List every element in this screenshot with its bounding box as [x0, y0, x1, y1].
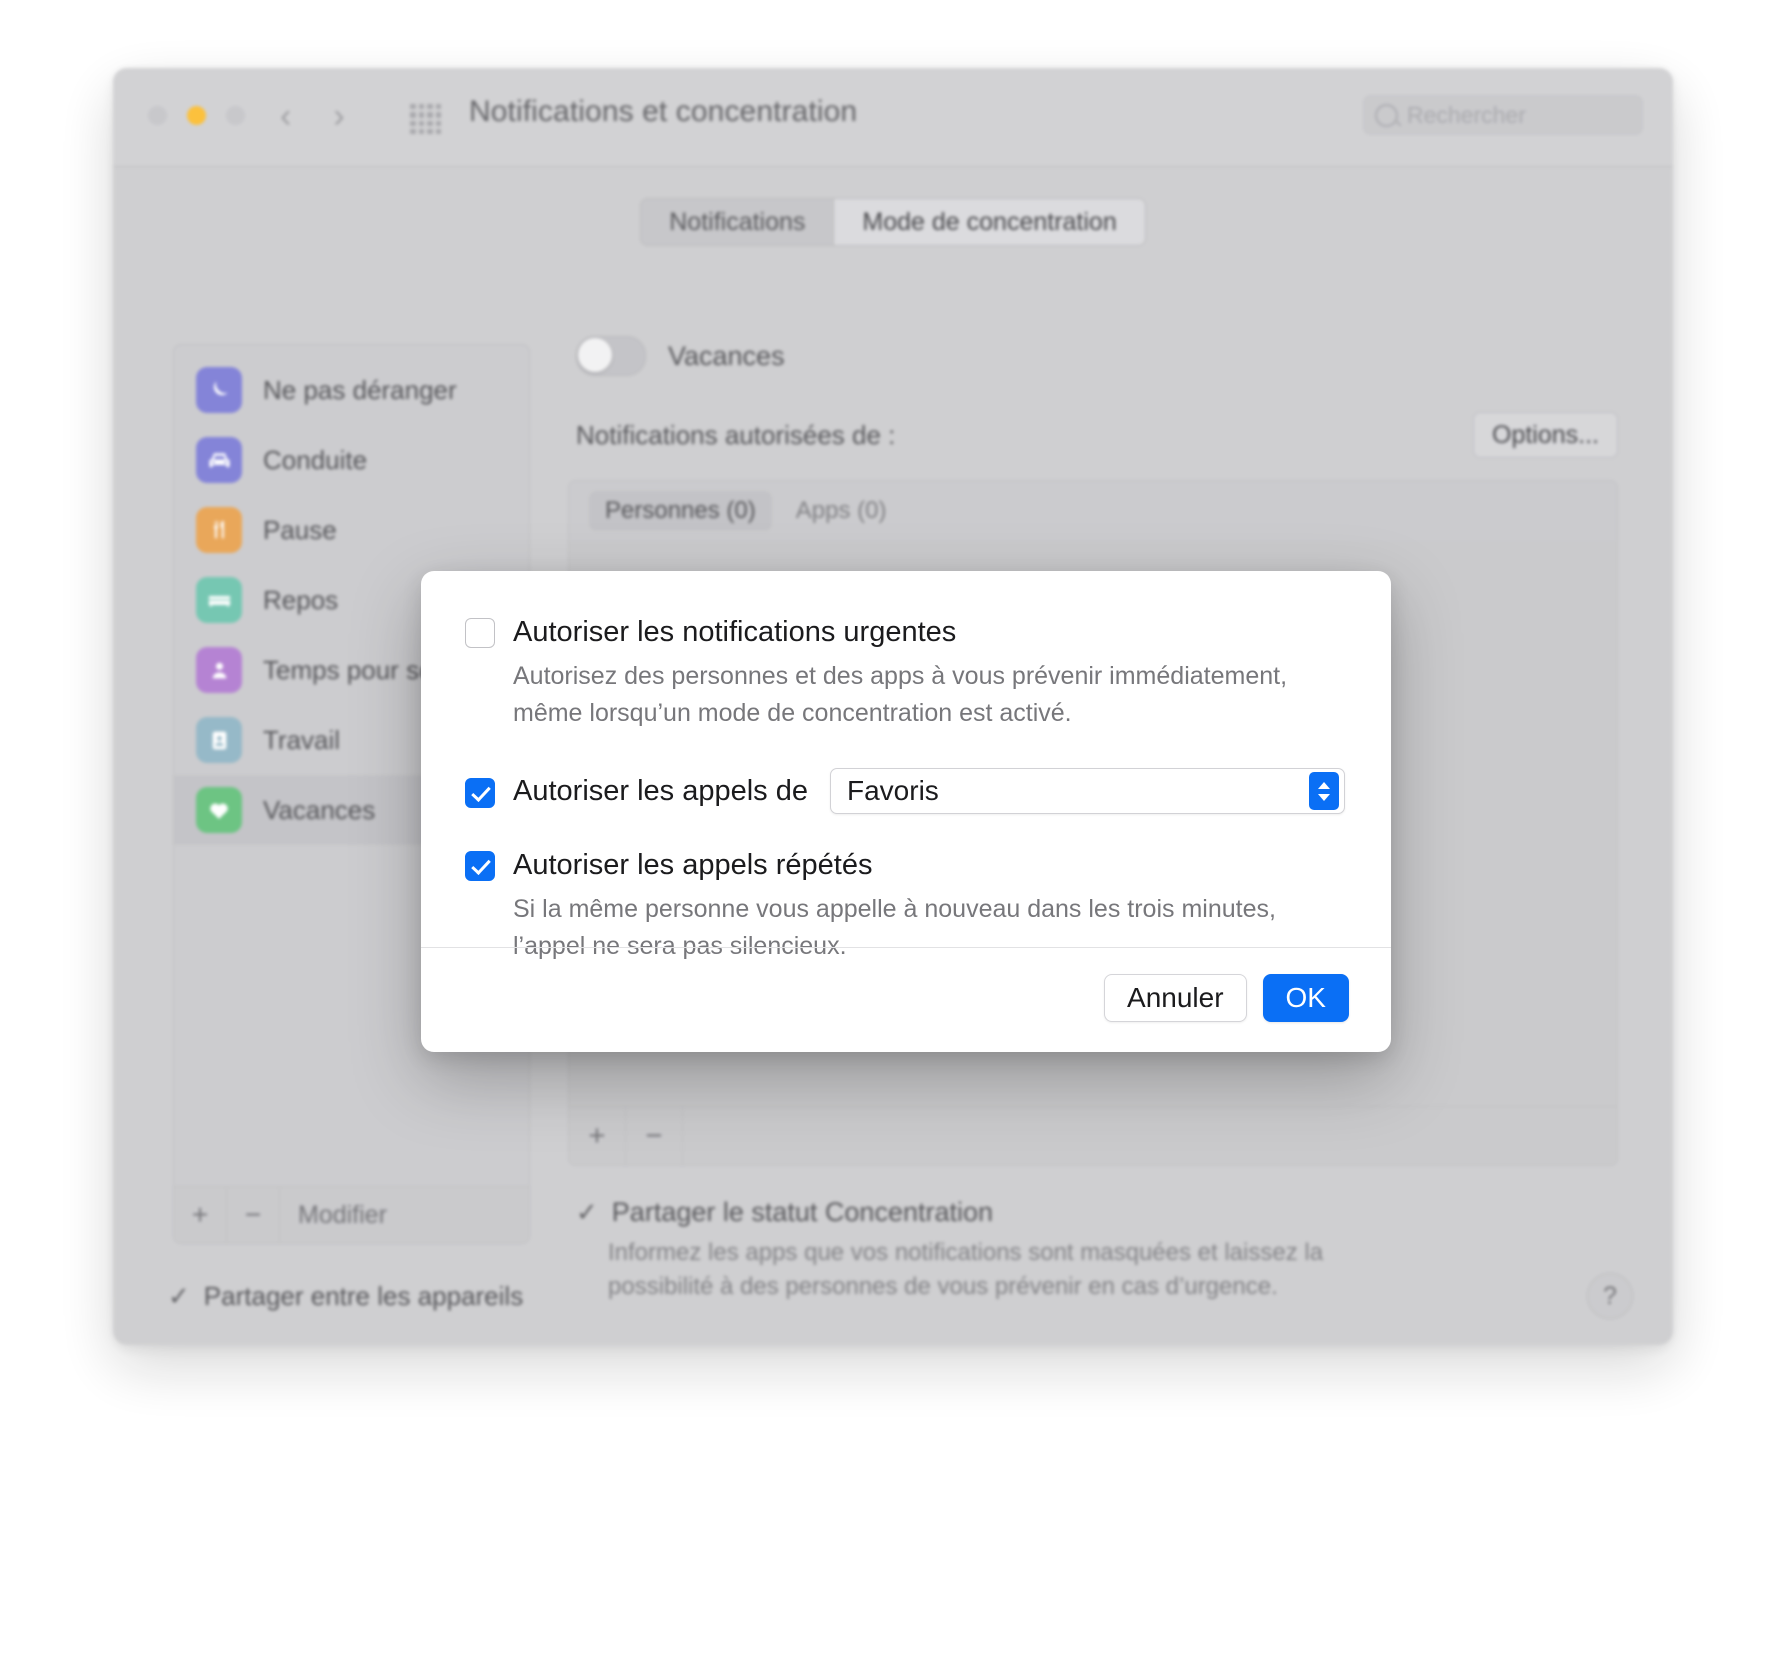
help-button[interactable]: ? [1587, 1273, 1633, 1319]
allow-calls-from-value: Favoris [847, 775, 939, 806]
urgent-notifications-label: Autoriser les notifications urgentes [513, 616, 957, 648]
zoom-button-icon[interactable] [226, 106, 245, 125]
toggle-knob [578, 338, 612, 372]
share-between-devices-row[interactable]: ✓ Partager entre les appareils [168, 1281, 523, 1312]
sidebar-item-label: Conduite [263, 444, 368, 475]
close-button-icon[interactable] [148, 106, 167, 125]
focus-toggle-switch[interactable] [576, 336, 646, 376]
sidebar-item-pause[interactable]: Pause [174, 495, 529, 565]
sidebar-item-label: Travail [263, 724, 341, 755]
back-chevron-icon[interactable]: ‹ [280, 98, 291, 134]
sidebar-item-label: Vacances [263, 794, 376, 825]
edit-focus-button[interactable]: Modifier [280, 1201, 387, 1230]
tab-bar: Notifications Mode de concentration [113, 198, 1673, 246]
chevron-up-down-icon [1309, 772, 1339, 810]
allow-calls-from-checkbox[interactable] [465, 777, 495, 808]
sidebar-item-label: Ne pas déranger [263, 374, 457, 405]
sidebar-item-ne-pas-deranger[interactable]: Ne pas déranger [174, 355, 529, 425]
page-title: Notifications et concentration [469, 95, 858, 128]
traffic-light-buttons[interactable] [148, 106, 245, 125]
urgent-notifications-checkbox[interactable] [465, 618, 495, 648]
tab-notifications[interactable]: Notifications [641, 199, 835, 245]
sidebar-item-label: Pause [263, 514, 337, 545]
checkmark-icon: ✓ [576, 1197, 598, 1227]
sidebar-footer: + − Modifier [174, 1186, 529, 1243]
person-icon [196, 647, 242, 693]
urgent-notifications-row[interactable]: Autoriser les notifications urgentes [465, 615, 1345, 649]
checkmark-icon: ✓ [168, 1280, 190, 1311]
sidebar-item-label: Temps pour soi [263, 654, 440, 685]
tab-focus-mode[interactable]: Mode de concentration [834, 199, 1145, 245]
search-icon [1375, 103, 1398, 127]
allow-calls-from-label: Autoriser les appels de [513, 775, 808, 807]
remove-focus-button[interactable]: − [227, 1187, 280, 1243]
repeated-calls-label: Autoriser les appels répétés [513, 849, 873, 881]
car-icon [196, 437, 242, 483]
options-button[interactable]: Options... [1473, 412, 1618, 458]
moon-icon [196, 367, 242, 413]
window-footer: ✓ Partager entre les appareils ? [168, 1273, 1633, 1319]
share-focus-status-row[interactable]: ✓ Partager le statut Concentration [576, 1196, 1618, 1228]
apps-grid-icon[interactable] [410, 104, 441, 134]
repeated-calls-row[interactable]: Autoriser les appels répétés [465, 848, 1345, 882]
ok-button[interactable]: OK [1262, 974, 1349, 1022]
allowed-notifications-row: Notifications autorisées de : Options... [576, 412, 1618, 458]
minimize-button-icon[interactable] [187, 106, 206, 125]
add-allowed-button[interactable]: + [569, 1107, 626, 1165]
sidebar-item-label: Repos [263, 584, 339, 615]
dialog-buttons: Annuler OK [1104, 974, 1349, 1022]
repeated-calls-checkbox[interactable] [465, 851, 495, 881]
window-titlebar: ‹ › Notifications et concentration Reche… [113, 68, 1673, 167]
description-line-1: Autorisez des personnes et des apps à vo… [513, 662, 1288, 690]
dialog-content: Autoriser les notifications urgentes Aut… [421, 571, 1391, 965]
utensils-icon [196, 507, 242, 553]
allow-calls-from-select[interactable]: Favoris [830, 768, 1345, 814]
description-line-1: Si la même personne vous appelle à nouve… [513, 895, 1276, 923]
repeated-calls-description: Si la même personne vous appelle à nouve… [513, 891, 1345, 965]
focus-name-label: Vacances [668, 340, 785, 371]
segmented-control[interactable]: Notifications Mode de concentration [640, 198, 1146, 246]
description-line-1: Informez les apps que vos notifications … [608, 1239, 1324, 1266]
allowed-list-tabs: Personnes (0) Apps (0) [569, 481, 1617, 542]
navigation-arrows[interactable]: ‹ › [280, 98, 345, 134]
bed-icon [196, 577, 242, 623]
description-line-2: même lorsqu’un mode de concentration est… [513, 699, 1072, 727]
share-between-devices-label: Partager entre les appareils [203, 1280, 524, 1311]
heart-icon [196, 787, 242, 833]
search-input[interactable]: Rechercher [1363, 95, 1643, 135]
allowed-list-footer: + − [569, 1106, 1617, 1165]
allowed-notifications-label: Notifications autorisées de : [576, 419, 896, 450]
screen: ‹ › Notifications et concentration Reche… [0, 0, 1786, 1678]
forward-chevron-icon[interactable]: › [333, 98, 344, 134]
cancel-button[interactable]: Annuler [1104, 974, 1247, 1022]
allow-calls-from-row: Autoriser les appels de Favoris [465, 768, 1345, 814]
focus-options-dialog: Autoriser les notifications urgentes Aut… [421, 571, 1391, 1052]
share-focus-status-label: Partager le statut Concentration [611, 1197, 994, 1227]
focus-enable-row: Vacances [576, 328, 1618, 384]
urgent-notifications-description: Autorisez des personnes et des apps à vo… [513, 658, 1345, 732]
remove-allowed-button[interactable]: − [626, 1107, 683, 1165]
dialog-divider [421, 947, 1391, 948]
add-focus-button[interactable]: + [174, 1187, 227, 1243]
tab-apps[interactable]: Apps (0) [780, 491, 903, 531]
search-placeholder: Rechercher [1407, 101, 1526, 128]
sidebar-item-conduite[interactable]: Conduite [174, 425, 529, 495]
tab-personnes[interactable]: Personnes (0) [589, 491, 772, 531]
badge-icon [196, 717, 242, 763]
